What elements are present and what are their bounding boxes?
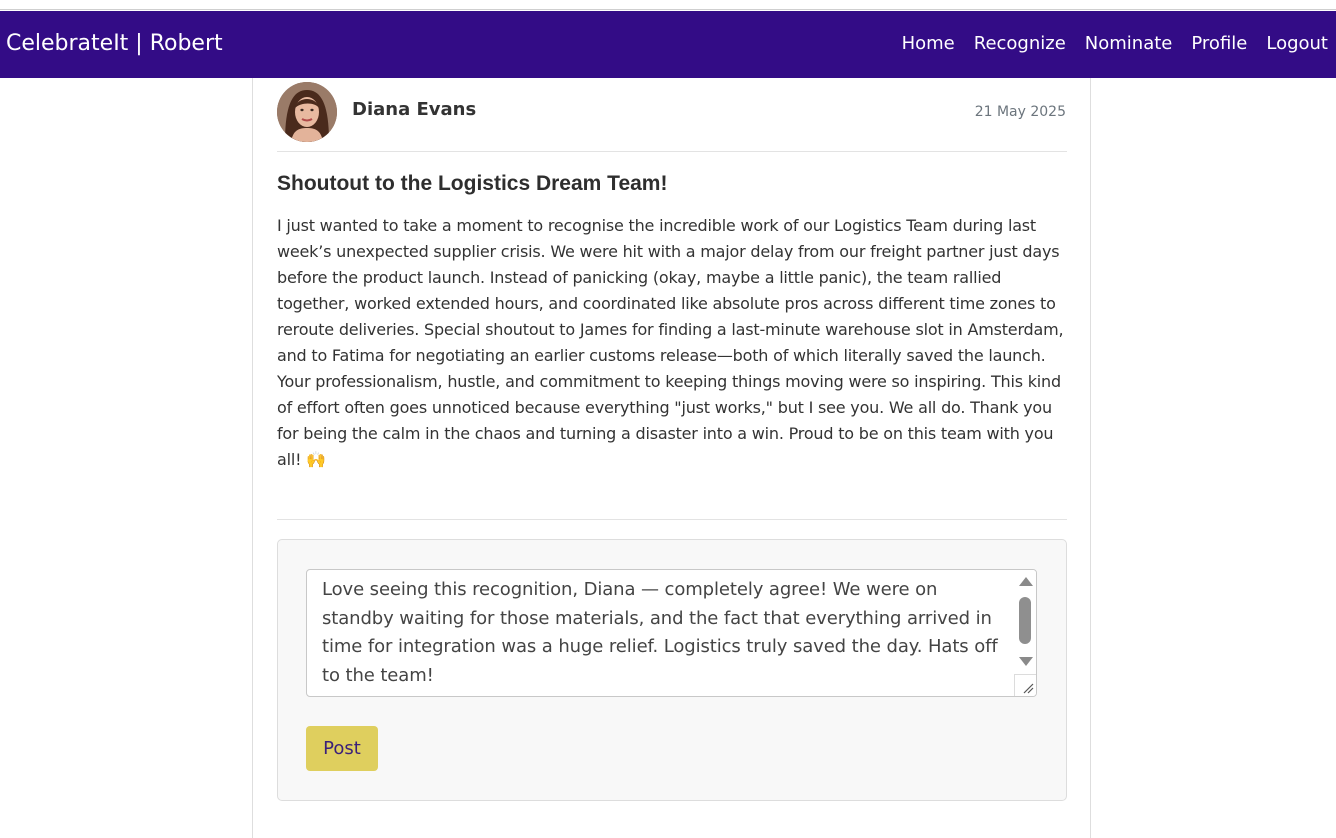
body-divider bbox=[277, 519, 1067, 520]
nav-link-recognize[interactable]: Recognize bbox=[974, 30, 1066, 58]
browser-top-strip bbox=[0, 0, 1336, 10]
nav-link-nominate[interactable]: Nominate bbox=[1085, 30, 1173, 58]
comment-textarea[interactable]: Love seeing this recognition, Diana — co… bbox=[306, 569, 1037, 697]
avatar bbox=[277, 82, 337, 142]
nav-links: Home Recognize Nominate Profile Logout bbox=[902, 30, 1328, 58]
post-title: Shoutout to the Logistics Dream Team! bbox=[277, 172, 668, 195]
scroll-thumb[interactable] bbox=[1019, 597, 1031, 644]
comment-scrollbar[interactable] bbox=[1014, 570, 1036, 672]
post-date: 21 May 2025 bbox=[974, 104, 1066, 120]
scroll-up-arrow-icon[interactable] bbox=[1019, 577, 1033, 586]
avatar-portrait-icon bbox=[277, 82, 337, 142]
post-author[interactable]: Diana Evans bbox=[352, 98, 476, 122]
nav-link-home[interactable]: Home bbox=[902, 30, 955, 58]
nav-link-logout[interactable]: Logout bbox=[1266, 30, 1328, 58]
resize-handle-icon[interactable] bbox=[1014, 674, 1036, 696]
comment-text: Love seeing this recognition, Diana — co… bbox=[322, 579, 998, 686]
comment-form: Love seeing this recognition, Diana — co… bbox=[277, 539, 1067, 801]
scroll-down-arrow-icon[interactable] bbox=[1019, 657, 1033, 666]
brand-logo[interactable]: CelebrateIt | Robert bbox=[6, 29, 223, 59]
post-button[interactable]: Post bbox=[306, 726, 378, 771]
navbar: CelebrateIt | Robert Home Recognize Nomi… bbox=[0, 11, 1336, 78]
nav-link-profile[interactable]: Profile bbox=[1191, 30, 1247, 58]
recognition-post-card: Diana Evans 21 May 2025 Shoutout to the … bbox=[252, 78, 1091, 838]
header-divider bbox=[277, 151, 1067, 152]
post-body: I just wanted to take a moment to recogn… bbox=[277, 216, 1064, 469]
